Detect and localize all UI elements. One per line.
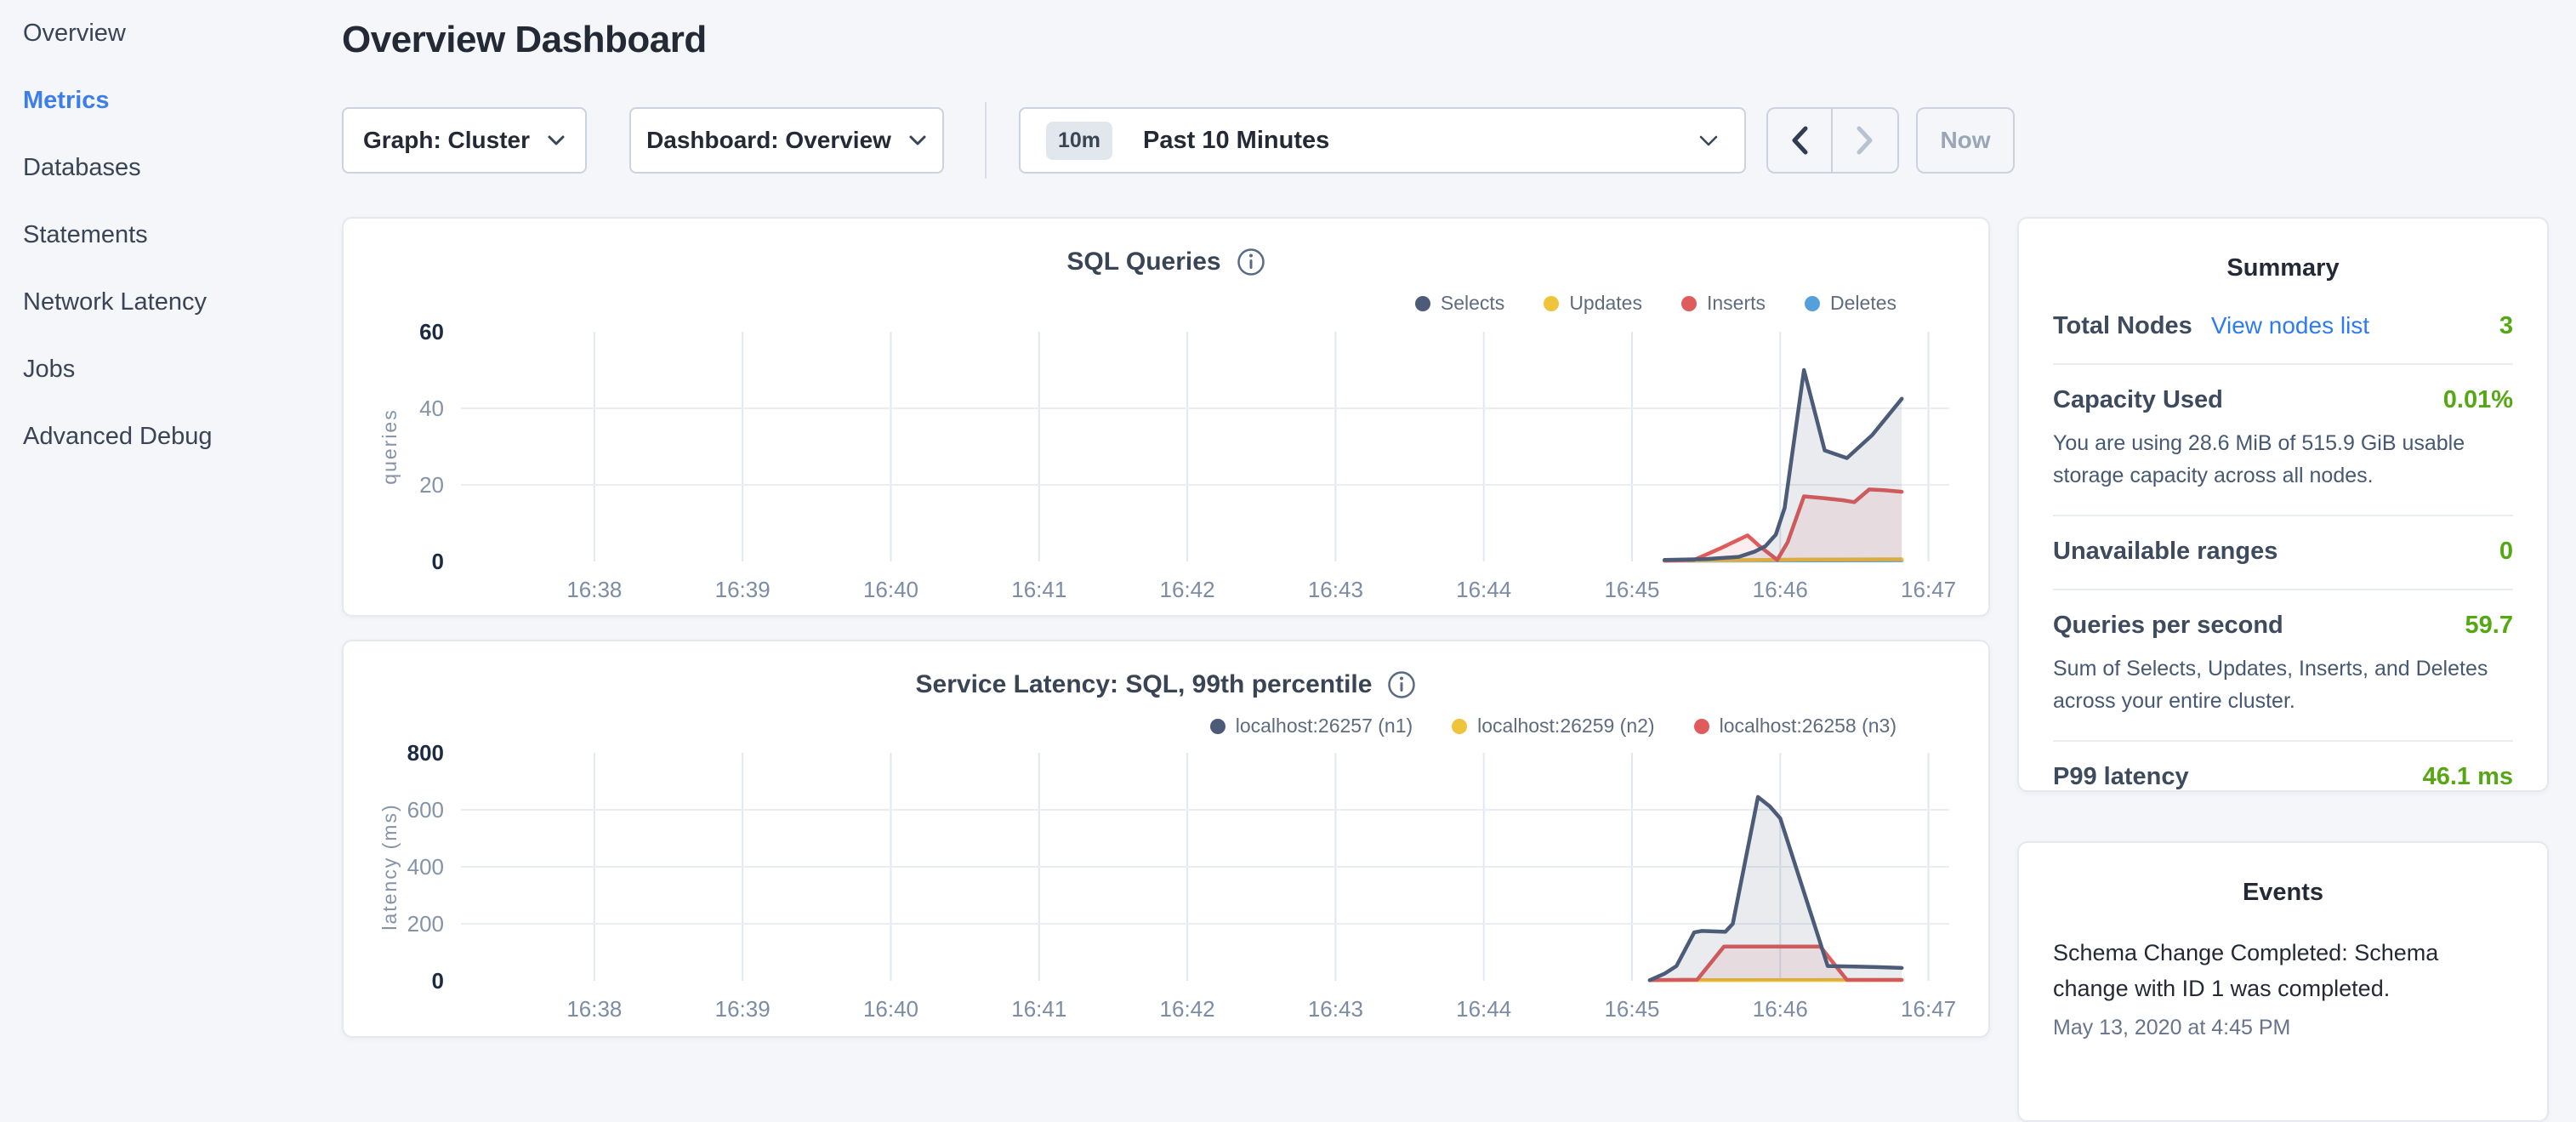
svg-text:16:40: 16:40 [863,577,918,602]
summary-row: Unavailable ranges 0 [2053,515,2513,589]
svg-text:16:43: 16:43 [1308,996,1363,1022]
summary-title: Summary [2053,242,2513,291]
dashboard-dropdown[interactable]: Dashboard: Overview [629,107,944,174]
sidebar-item-metrics[interactable]: Metrics [0,67,340,134]
chevron-down-icon [1698,134,1719,147]
sql-queries-chart-card: SQL Queries Selects Updates Inserts Dele… [342,217,1990,617]
summary-row-label: Capacity Used [2053,386,2223,414]
summary-row-value: 59.7 [2465,612,2513,640]
summary-row-label: P99 latency [2053,763,2189,791]
svg-text:16:38: 16:38 [566,996,622,1022]
time-step-forward-button[interactable] [1833,109,1897,172]
svg-text:16:41: 16:41 [1011,996,1066,1022]
chevron-down-icon [547,134,566,146]
sidebar-item-databases[interactable]: Databases [0,134,340,202]
sidebar: Overview Metrics Databases Statements Ne… [0,0,340,470]
svg-text:16:47: 16:47 [1901,577,1956,602]
sidebar-item-overview[interactable]: Overview [0,0,340,67]
svg-text:16:44: 16:44 [1456,996,1511,1022]
summary-panel: Summary Total Nodes View nodes list 3 Ca… [2017,217,2549,792]
event-message: Schema Change Completed: Schema change w… [2053,936,2513,1007]
summary-row-label: Unavailable ranges [2053,538,2277,566]
svg-text:600: 600 [407,797,444,823]
events-list: Schema Change Completed: Schema change w… [2053,936,2513,1040]
svg-text:16:40: 16:40 [863,996,918,1022]
svg-text:16:45: 16:45 [1604,577,1659,602]
svg-text:40: 40 [419,396,444,421]
summary-row-value: 0 [2499,538,2513,566]
sidebar-item-network-latency[interactable]: Network Latency [0,269,340,336]
svg-text:16:39: 16:39 [715,577,771,602]
svg-text:16:43: 16:43 [1308,577,1363,602]
chevron-left-icon [1790,125,1809,156]
svg-text:800: 800 [407,740,444,766]
view-nodes-list-link[interactable]: View nodes list [2211,312,2369,339]
svg-text:16:46: 16:46 [1753,577,1808,602]
time-step-back-button[interactable] [1768,109,1833,172]
sql-queries-plot: 16:38 16:39 16:40 16:41 16:42 16:43 16:44 16:45… [344,219,1992,618]
svg-text:16:41: 16:41 [1011,577,1066,602]
graph-dropdown-label: Graph: Cluster [363,127,530,154]
svg-text:60: 60 [419,319,444,345]
controls-divider [985,102,987,179]
page-title: Overview Dashboard [342,19,707,61]
summary-row-value: 0.01% [2443,386,2513,414]
svg-text:20: 20 [419,472,444,498]
summary-row-subtext: Sum of Selects, Updates, Inserts, and De… [2053,653,2513,717]
sidebar-item-label: Jobs [23,356,75,384]
svg-text:16:47: 16:47 [1901,996,1956,1022]
svg-text:queries: queries [378,408,401,484]
svg-text:0: 0 [432,549,444,574]
summary-row-value: 3 [2499,312,2513,340]
svg-text:16:39: 16:39 [715,996,771,1022]
time-range-select[interactable]: 10m Past 10 Minutes [1019,107,1746,174]
events-title: Events [2053,867,2513,915]
svg-text:16:46: 16:46 [1753,996,1808,1022]
svg-text:16:44: 16:44 [1456,577,1511,602]
time-range-label: Past 10 Minutes [1143,127,1329,155]
now-button[interactable]: Now [1916,107,2015,174]
sidebar-item-label: Databases [23,154,141,182]
sidebar-item-statements[interactable]: Statements [0,202,340,269]
dashboard-dropdown-label: Dashboard: Overview [646,127,891,154]
event-item: Schema Change Completed: Schema change w… [2053,936,2513,1040]
sidebar-item-advanced-debug[interactable]: Advanced Debug [0,403,340,470]
sidebar-item-label: Advanced Debug [23,423,213,451]
sidebar-item-label: Metrics [23,87,110,115]
service-latency-plot: 16:38 16:39 16:40 16:41 16:42 16:43 16:44 16:45… [344,641,1992,1039]
summary-row: Queries per second 59.7 Sum of Selects, … [2053,589,2513,740]
time-step-button-group [1766,107,1899,174]
svg-text:16:45: 16:45 [1604,996,1659,1022]
summary-row: Capacity Used 0.01% You are using 28.6 M… [2053,363,2513,515]
service-latency-chart-card: Service Latency: SQL, 99th percentile lo… [342,640,1990,1038]
sidebar-item-label: Overview [23,20,126,48]
svg-text:200: 200 [407,911,444,937]
sidebar-item-jobs[interactable]: Jobs [0,336,340,403]
chevron-down-icon [908,134,927,146]
svg-text:16:42: 16:42 [1160,577,1215,602]
events-panel: Events Schema Change Completed: Schema c… [2017,841,2549,1122]
summary-row-label: Queries per second [2053,612,2283,640]
summary-row: Total Nodes View nodes list 3 [2053,291,2513,363]
svg-text:latency (ms): latency (ms) [378,803,401,930]
summary-row-subtext: You are using 28.6 MiB of 515.9 GiB usab… [2053,428,2513,492]
chevron-right-icon [1856,125,1874,156]
summary-rows: Total Nodes View nodes list 3 Capacity U… [2053,291,2513,814]
summary-row: P99 latency 46.1 ms [2053,740,2513,814]
summary-row-value: 46.1 ms [2423,763,2513,791]
svg-text:16:42: 16:42 [1160,996,1215,1022]
sidebar-item-label: Statements [23,221,148,249]
graph-dropdown[interactable]: Graph: Cluster [342,107,587,174]
svg-text:400: 400 [407,854,444,880]
event-timestamp: May 13, 2020 at 4:45 PM [2053,1016,2513,1040]
svg-text:16:38: 16:38 [566,577,622,602]
time-range-badge: 10m [1046,122,1112,160]
summary-row-label: Total Nodes [2053,312,2192,340]
sidebar-item-label: Network Latency [23,288,207,316]
svg-text:0: 0 [432,968,444,994]
